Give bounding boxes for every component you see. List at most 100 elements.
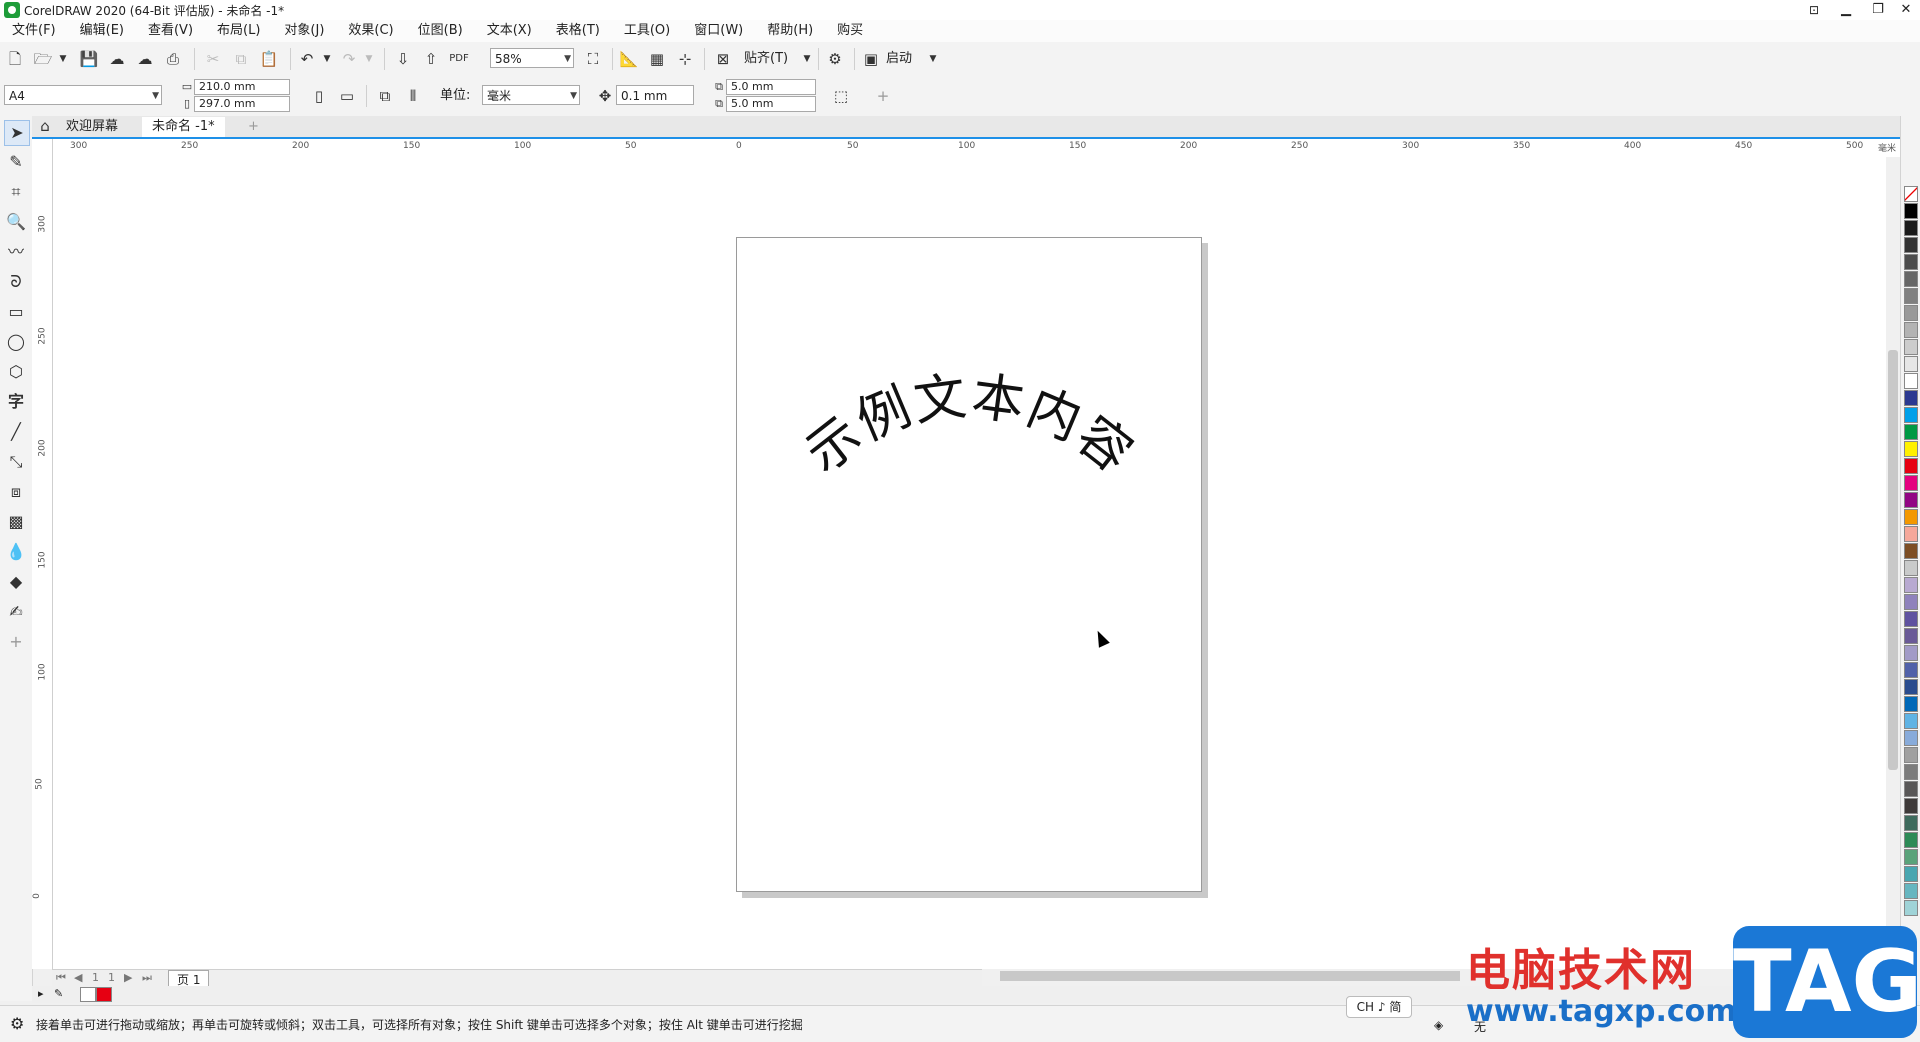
snap-dropdown-icon[interactable]: ▼	[796, 48, 818, 70]
eyedropper-tool-icon[interactable]: 💧	[4, 540, 28, 564]
connector-tool-icon[interactable]: ⤡	[4, 450, 28, 474]
rectangle-tool-icon[interactable]: ▭	[4, 300, 28, 324]
show-grid-icon[interactable]: ▦	[646, 48, 668, 70]
publish-pdf-icon[interactable]: PDF	[448, 48, 470, 70]
palette-swatch[interactable]	[1904, 798, 1918, 814]
palette-swatch[interactable]	[1904, 186, 1918, 202]
palette-expand-icon[interactable]: ▸	[38, 987, 44, 1000]
launch-icon[interactable]: ▣	[860, 48, 882, 70]
transparency-tool-icon[interactable]: ▩	[4, 510, 28, 534]
palette-swatch[interactable]	[1904, 713, 1918, 729]
palette-swatch[interactable]	[1904, 305, 1918, 321]
horizontal-scroll-thumb[interactable]	[1000, 971, 1460, 981]
palette-swatch[interactable]	[1904, 390, 1918, 406]
cut-icon[interactable]: ✂	[202, 48, 224, 70]
smart-fill-icon[interactable]: ✍	[4, 600, 28, 624]
palette-swatch[interactable]	[1904, 458, 1918, 474]
launch-dropdown-icon[interactable]: ▼	[922, 48, 944, 70]
menu-bitmaps[interactable]: 位图(B)	[406, 20, 475, 42]
menu-text[interactable]: 文本(X)	[475, 20, 544, 42]
palette-swatch[interactable]	[1904, 509, 1918, 525]
palette-swatch[interactable]	[1904, 628, 1918, 644]
palette-swatch[interactable]	[1904, 424, 1918, 440]
zoom-tool-icon[interactable]: 🔍	[4, 210, 28, 234]
show-rulers-icon[interactable]: 📐	[618, 48, 640, 70]
palette-swatch[interactable]	[1904, 815, 1918, 831]
palette-swatch[interactable]	[1904, 339, 1918, 355]
freehand-tool-icon[interactable]: 〰	[4, 240, 28, 264]
treat-as-filled-icon[interactable]: ⬚	[830, 85, 852, 107]
palette-swatch[interactable]	[1904, 696, 1918, 712]
units-select[interactable]: 毫米 ▼	[482, 85, 580, 105]
palette-swatch[interactable]	[1904, 356, 1918, 372]
palette-swatch[interactable]	[1904, 373, 1918, 389]
interactive-fill-icon[interactable]: ◆	[4, 570, 28, 594]
home-icon[interactable]: ⌂	[34, 116, 56, 136]
horizontal-ruler[interactable]: 300 250 200 150 100 50 0 50 100 150 200 250 300 350 40…	[52, 139, 1900, 158]
duplicate-y-input[interactable]: 5.0 mm	[726, 96, 816, 112]
palette-swatch[interactable]	[1904, 220, 1918, 236]
crop-tool-icon[interactable]: ⌗	[4, 180, 28, 204]
zoom-level-select[interactable]: 58% ▼	[490, 48, 574, 68]
undo-icon[interactable]: ↶	[296, 48, 318, 70]
copy-icon[interactable]: ⧉	[230, 48, 252, 70]
palette-swatch[interactable]	[1904, 322, 1918, 338]
add-property-icon[interactable]: +	[872, 85, 894, 107]
full-screen-icon[interactable]: ⛶	[582, 48, 604, 70]
open-dropdown-icon[interactable]: ▼	[52, 48, 74, 70]
last-page-icon[interactable]: ⏭	[142, 971, 152, 985]
new-document-icon[interactable]: 🗋	[4, 48, 26, 70]
blend-tool-icon[interactable]: ⧈	[4, 480, 28, 504]
add-tab-button[interactable]: +	[238, 117, 269, 137]
menu-layout[interactable]: 布局(L)	[205, 20, 272, 42]
undo-dropdown-icon[interactable]: ▼	[316, 48, 338, 70]
text-tool-icon[interactable]: 字	[4, 390, 28, 414]
menu-edit[interactable]: 编辑(E)	[68, 20, 136, 42]
menu-window[interactable]: 窗口(W)	[682, 20, 755, 42]
palette-swatch[interactable]	[1904, 866, 1918, 882]
tab-document[interactable]: 未命名 -1*	[142, 117, 225, 137]
pick-tool-icon[interactable]: ➤	[4, 120, 30, 146]
palette-swatch[interactable]	[1904, 594, 1918, 610]
palette-swatch[interactable]	[1904, 526, 1918, 542]
menu-table[interactable]: 表格(T)	[544, 20, 612, 42]
palette-swatch[interactable]	[1904, 543, 1918, 559]
red-swatch[interactable]	[96, 987, 112, 1002]
palette-swatch[interactable]	[1904, 747, 1918, 763]
redo-dropdown-icon[interactable]: ▼	[358, 48, 380, 70]
menu-view[interactable]: 查看(V)	[136, 20, 205, 42]
options-gear-icon[interactable]: ⚙	[824, 48, 846, 70]
menu-object[interactable]: 对象(J)	[272, 20, 336, 42]
palette-swatch[interactable]	[1904, 662, 1918, 678]
paste-icon[interactable]: 📋	[258, 48, 280, 70]
palette-swatch[interactable]	[1904, 645, 1918, 661]
add-tool-icon[interactable]: +	[4, 630, 28, 654]
prev-page-icon[interactable]: ◀	[74, 971, 82, 984]
palette-swatch[interactable]	[1904, 441, 1918, 457]
palette-swatch[interactable]	[1904, 492, 1918, 508]
eyedropper-icon[interactable]: ✎	[54, 987, 63, 1000]
palette-swatch[interactable]	[1904, 849, 1918, 865]
nudge-distance-input[interactable]: 0.1 mm	[616, 85, 694, 105]
open-folder-icon[interactable]: 🗁	[32, 48, 54, 70]
menu-tools[interactable]: 工具(O)	[612, 20, 682, 42]
save-icon[interactable]: 💾	[78, 48, 100, 70]
export-icon[interactable]: ⇧	[420, 48, 442, 70]
import-icon[interactable]: ⇩	[392, 48, 414, 70]
current-page-icon[interactable]: ⫴	[402, 85, 424, 107]
cloud-upload-icon[interactable]: ☁	[134, 48, 156, 70]
palette-swatch[interactable]	[1904, 611, 1918, 627]
minimize-button[interactable]: ▁	[1830, 0, 1862, 20]
palette-swatch[interactable]	[1904, 237, 1918, 253]
artistic-media-icon[interactable]: ᘐ	[4, 270, 28, 294]
menu-help[interactable]: 帮助(H)	[755, 20, 825, 42]
snap-to-menu[interactable]: 贴齐(T)	[744, 48, 788, 70]
palette-swatch[interactable]	[1904, 883, 1918, 899]
document-page[interactable]: 示例文本内容	[736, 237, 1202, 892]
all-pages-icon[interactable]: ⧉	[374, 85, 396, 107]
palette-swatch[interactable]	[1904, 254, 1918, 270]
menu-buy[interactable]: 购买	[825, 20, 875, 42]
palette-swatch[interactable]	[1904, 764, 1918, 780]
vertical-scroll-thumb[interactable]	[1888, 350, 1898, 770]
cloud-download-icon[interactable]: ☁	[106, 48, 128, 70]
